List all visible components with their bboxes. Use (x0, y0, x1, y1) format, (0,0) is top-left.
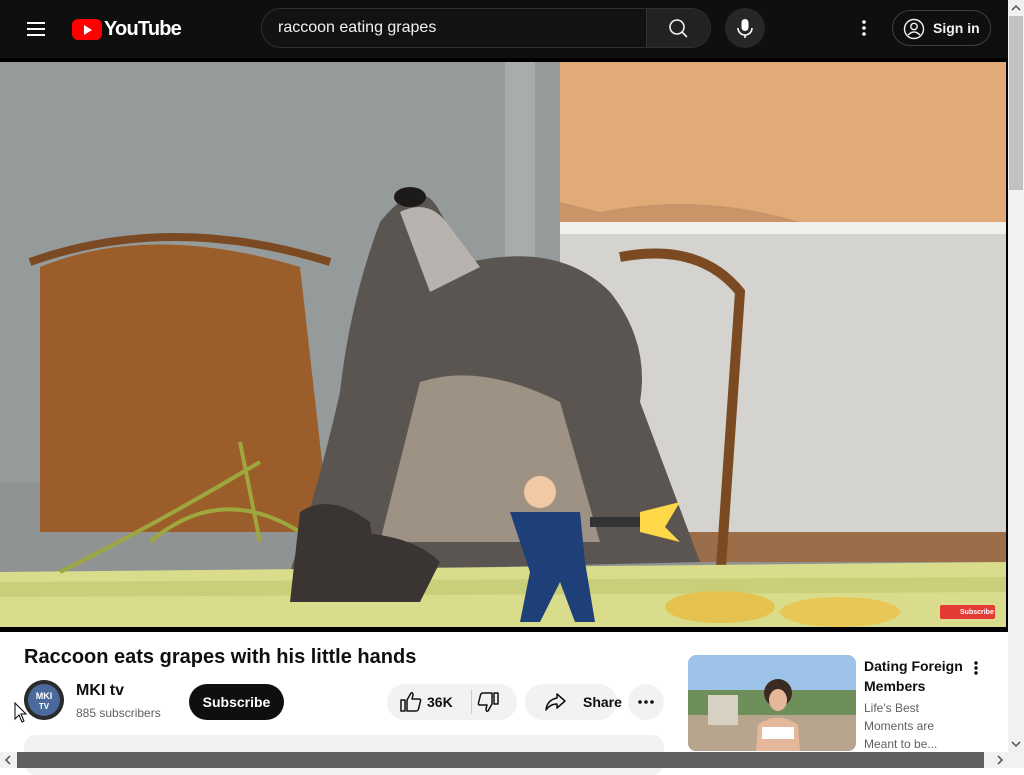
thumbs-down-icon (477, 692, 499, 712)
menu-button[interactable] (20, 14, 52, 44)
avatar-image: MKI TV (24, 680, 64, 720)
ad-menu-button[interactable] (964, 657, 988, 681)
search-input[interactable] (262, 9, 647, 47)
sign-in-label: Sign in (933, 20, 980, 36)
chevron-up-icon (1011, 4, 1021, 11)
ad-thumbnail[interactable] (688, 655, 856, 751)
scroll-up-arrow[interactable] (1008, 0, 1024, 16)
youtube-play-icon (72, 18, 102, 40)
chevron-down-icon (1011, 741, 1021, 748)
like-dislike-group: 36K (387, 684, 517, 720)
video-title: Raccoon eats grapes with his little hand… (24, 646, 417, 668)
channel-avatar[interactable]: MKI TV (24, 680, 64, 720)
voice-search-button[interactable] (725, 8, 765, 48)
video-frame (0, 62, 1006, 627)
mouse-cursor-icon (14, 702, 28, 723)
youtube-logo[interactable]: YouTube (72, 17, 182, 41)
account-icon (903, 18, 925, 40)
channel-name[interactable]: MKI tv (76, 682, 124, 700)
ad-description: Life's Best Moments are Meant to be... (864, 701, 938, 751)
like-button[interactable]: 36K (387, 684, 471, 720)
video-player[interactable]: Subscribe (0, 58, 1008, 632)
svg-text:TV: TV (39, 702, 50, 711)
ad-title[interactable]: Dating Foreign Members (864, 656, 974, 696)
chevron-right-icon (997, 755, 1004, 765)
settings-more-button[interactable] (848, 12, 880, 44)
scroll-down-arrow[interactable] (1008, 736, 1024, 752)
more-horiz-icon (638, 700, 654, 704)
like-count: 36K (427, 694, 453, 710)
ad-image (688, 655, 856, 751)
top-bar: YouTube Sign in (0, 0, 1008, 58)
more-vert-icon (974, 661, 978, 675)
more-vert-icon (862, 20, 866, 36)
logo-text: YouTube (104, 17, 182, 40)
search-box (261, 8, 711, 48)
svg-text:MKI: MKI (36, 691, 53, 701)
sign-in-button[interactable]: Sign in (892, 10, 991, 46)
share-button[interactable]: Share (525, 684, 622, 720)
more-actions-button[interactable] (628, 684, 664, 720)
dislike-button[interactable] (472, 684, 517, 720)
subscribe-watermark[interactable]: Subscribe (940, 605, 995, 619)
subscriber-count: 885 subscribers (76, 706, 161, 720)
search-button[interactable] (646, 9, 710, 47)
scroll-right-arrow[interactable] (992, 752, 1008, 768)
subscribe-button[interactable]: Subscribe (189, 684, 284, 720)
menu-icon (27, 22, 45, 24)
share-label: Share (583, 694, 622, 710)
vertical-scrollbar-thumb[interactable] (1009, 16, 1023, 190)
microphone-icon (737, 19, 753, 38)
share-icon (545, 693, 566, 711)
chevron-left-icon (4, 755, 11, 765)
horizontal-scrollbar-thumb[interactable] (17, 752, 984, 768)
search-icon (669, 19, 688, 38)
scroll-left-arrow[interactable] (0, 752, 16, 768)
